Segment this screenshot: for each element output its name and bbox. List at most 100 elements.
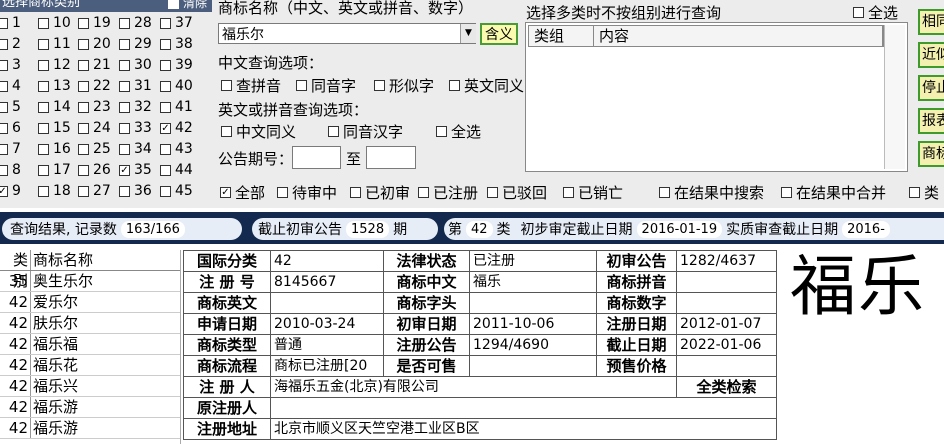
status-filter-0[interactable]: 全部	[220, 183, 265, 202]
list-item[interactable]: 42 福乐兴	[0, 376, 180, 397]
result-option-1[interactable]: 在结果中合并	[781, 183, 886, 202]
result-option-checkbox[interactable]	[659, 186, 670, 198]
list-item[interactable]: 42 福乐游	[0, 397, 180, 418]
checkbox-box[interactable]	[38, 59, 49, 71]
gazette-to-input[interactable]	[366, 146, 416, 169]
class-checkbox-2[interactable]: 2	[0, 36, 21, 52]
checkbox-box[interactable]	[160, 101, 171, 113]
result-option-0[interactable]: 在结果中搜索	[659, 183, 764, 202]
status-filter-3[interactable]: 已注册	[418, 183, 478, 202]
list-item[interactable]: 35 奥生乐尔	[0, 271, 180, 292]
checkbox-box[interactable]	[38, 80, 49, 92]
select-all-checkbox[interactable]	[853, 7, 864, 18]
class-checkbox-43[interactable]: 43	[160, 141, 193, 157]
status-filter-5[interactable]: 已销亡	[563, 183, 623, 202]
option-checkbox[interactable]	[374, 79, 385, 91]
checkbox-box[interactable]	[78, 80, 89, 92]
class-checkbox-35[interactable]: 35	[119, 162, 152, 178]
option-cn_options-1[interactable]: 同音字	[296, 76, 356, 95]
list-item[interactable]: 42 福乐游	[0, 418, 180, 439]
status-checkbox[interactable]	[418, 186, 429, 198]
checkbox-box[interactable]	[38, 143, 49, 155]
checkbox-box[interactable]	[119, 122, 130, 134]
checkbox-box[interactable]	[160, 164, 171, 176]
option-cn_options-3[interactable]: 英文同义	[449, 76, 524, 95]
class-checkbox-22[interactable]: 22	[78, 78, 111, 94]
class-checkbox-9[interactable]: 9	[0, 183, 21, 199]
status-filter-1[interactable]: 待审中	[277, 183, 337, 202]
checkbox-box[interactable]	[0, 80, 8, 92]
class-checkbox-11[interactable]: 11	[38, 36, 71, 52]
class-checkbox-19[interactable]: 19	[78, 15, 111, 31]
checkbox-box[interactable]	[119, 164, 130, 176]
list-item[interactable]: 42 肤乐尔	[0, 313, 180, 334]
result-option-2[interactable]: 类	[909, 183, 939, 202]
checkbox-box[interactable]	[160, 59, 171, 71]
class-checkbox-25[interactable]: 25	[78, 141, 111, 157]
grid-scrollbar[interactable]	[884, 25, 905, 169]
class-checkbox-16[interactable]: 16	[38, 141, 71, 157]
list-item[interactable]: 42 福乐福	[0, 334, 180, 355]
checkbox-box[interactable]	[0, 122, 8, 134]
class-checkbox-42[interactable]: 42	[160, 120, 193, 136]
checkbox-box[interactable]	[78, 185, 89, 197]
checkbox-box[interactable]	[119, 80, 130, 92]
status-checkbox[interactable]	[487, 186, 498, 198]
class-checkbox-36[interactable]: 36	[119, 183, 152, 199]
class-checkbox-39[interactable]: 39	[160, 57, 193, 73]
side-button-0[interactable]: 相同	[918, 9, 944, 35]
checkbox-box[interactable]	[78, 38, 89, 50]
checkbox-box[interactable]	[38, 122, 49, 134]
class-checkbox-20[interactable]: 20	[78, 36, 111, 52]
class-checkbox-29[interactable]: 29	[119, 36, 152, 52]
class-checkbox-32[interactable]: 32	[119, 99, 152, 115]
checkbox-box[interactable]	[119, 185, 130, 197]
checkbox-box[interactable]	[38, 101, 49, 113]
side-button-4[interactable]: 商标	[918, 141, 944, 167]
clear-checkbox[interactable]	[168, 0, 179, 9]
class-checkbox-30[interactable]: 30	[119, 57, 152, 73]
side-button-2[interactable]: 停止	[918, 75, 944, 101]
list-item[interactable]: 42 爱乐尔	[0, 292, 180, 313]
class-checkbox-8[interactable]: 8	[0, 162, 21, 178]
option-cn_options-0[interactable]: 查拼音	[221, 76, 281, 95]
class-checkbox-45[interactable]: 45	[160, 183, 193, 199]
checkbox-box[interactable]	[160, 17, 171, 29]
option-checkbox[interactable]	[449, 79, 460, 91]
class-checkbox-3[interactable]: 3	[0, 57, 21, 73]
class-checkbox-18[interactable]: 18	[38, 183, 71, 199]
class-checkbox-34[interactable]: 34	[119, 141, 152, 157]
checkbox-box[interactable]	[78, 59, 89, 71]
status-checkbox[interactable]	[563, 186, 574, 198]
class-group-grid[interactable]: 类组 内容	[525, 22, 908, 172]
status-checkbox[interactable]	[220, 186, 231, 198]
class-checkbox-26[interactable]: 26	[78, 162, 111, 178]
class-checkbox-41[interactable]: 41	[160, 99, 193, 115]
checkbox-box[interactable]	[0, 17, 8, 29]
checkbox-box[interactable]	[78, 101, 89, 113]
checkbox-box[interactable]	[119, 17, 130, 29]
gazette-from-input[interactable]	[292, 146, 341, 169]
class-checkbox-21[interactable]: 21	[78, 57, 111, 73]
status-filter-2[interactable]: 已初审	[350, 183, 410, 202]
checkbox-box[interactable]	[119, 38, 130, 50]
option-checkbox[interactable]	[296, 79, 307, 91]
checkbox-box[interactable]	[160, 38, 171, 50]
class-checkbox-4[interactable]: 4	[0, 78, 21, 94]
status-filter-4[interactable]: 已驳回	[487, 183, 547, 202]
option-en_options-0[interactable]: 中文同义	[221, 122, 296, 141]
checkbox-box[interactable]	[160, 122, 171, 134]
status-checkbox[interactable]	[350, 186, 361, 198]
clear-classes-button[interactable]: 清除	[168, 0, 207, 12]
checkbox-box[interactable]	[119, 101, 130, 113]
checkbox-box[interactable]	[78, 143, 89, 155]
class-checkbox-37[interactable]: 37	[160, 15, 193, 31]
class-checkbox-23[interactable]: 23	[78, 99, 111, 115]
checkbox-box[interactable]	[78, 17, 89, 29]
meaning-button[interactable]: 含义	[480, 23, 518, 45]
option-en_options-1[interactable]: 同音汉字	[328, 122, 403, 141]
checkbox-box[interactable]	[38, 38, 49, 50]
class-checkbox-10[interactable]: 10	[38, 15, 71, 31]
class-checkbox-33[interactable]: 33	[119, 120, 152, 136]
class-checkbox-15[interactable]: 15	[38, 120, 71, 136]
